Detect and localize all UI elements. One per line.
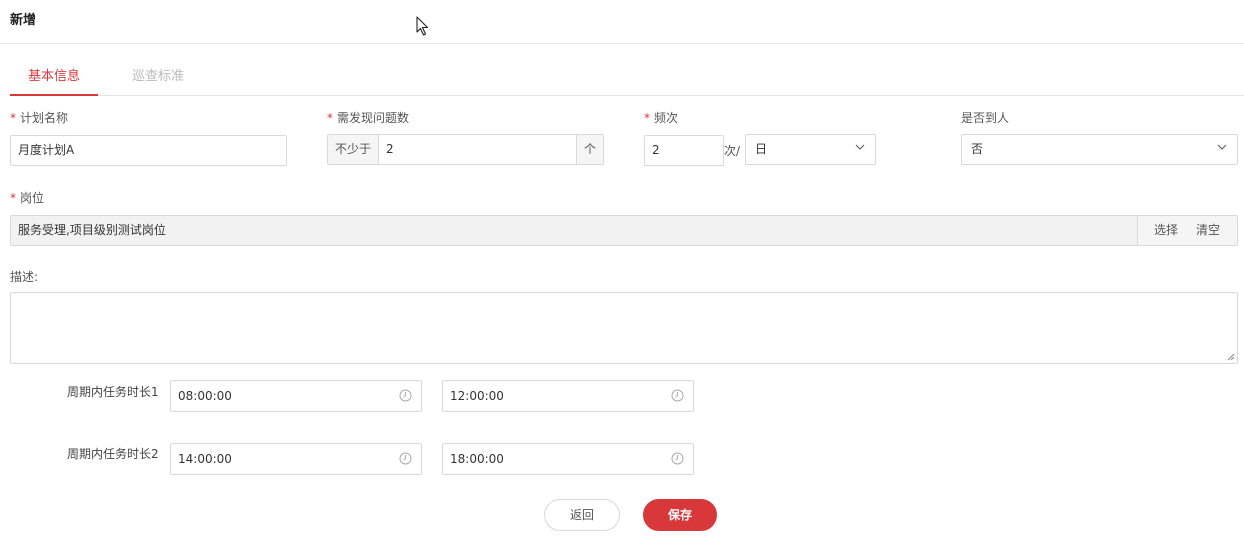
page-title: 新增 — [10, 13, 37, 28]
tab-basic-info[interactable]: 基本信息 — [10, 64, 98, 96]
page-header: 新增 — [0, 0, 1244, 44]
save-button[interactable]: 保存 — [643, 499, 717, 531]
required-mark: * — [10, 111, 16, 125]
position-label: * 岗位 — [10, 189, 44, 206]
position-label-text: 岗位 — [20, 191, 45, 205]
position-actions: 选择 清空 — [1137, 216, 1237, 245]
on-site-select[interactable]: 否 — [961, 134, 1238, 165]
back-button[interactable]: 返回 — [544, 499, 620, 531]
position-select-button[interactable]: 选择 — [1154, 216, 1178, 245]
clock-icon — [671, 389, 684, 402]
chevron-down-icon — [1217, 144, 1227, 150]
duration-1-start-value: 08:00:00 — [178, 389, 232, 403]
position-field: 服务受理,项目级别测试岗位 选择 清空 — [10, 215, 1238, 246]
clock-icon — [671, 452, 684, 465]
position-value: 服务受理,项目级别测试岗位 — [18, 223, 166, 237]
issues-suffix-addon: 个 — [576, 134, 604, 165]
chevron-down-icon — [855, 144, 865, 150]
frequency-period-select[interactable]: 日 — [745, 134, 876, 165]
duration-2-end-input[interactable]: 18:00:00 — [442, 443, 694, 475]
mouse-pointer-icon — [416, 16, 429, 36]
tab-inspection-standard[interactable]: 巡查标准 — [124, 64, 192, 96]
duration-2-start-value: 14:00:00 — [178, 452, 232, 466]
frequency-label-text: 频次 — [654, 111, 679, 125]
duration-1-end-value: 12:00:00 — [450, 389, 504, 403]
duration-1-end-input[interactable]: 12:00:00 — [442, 380, 694, 412]
duration-1-label: 周期内任务时长1 — [67, 385, 159, 399]
description-label: 描述: — [10, 270, 39, 284]
on-site-label: 是否到人 — [961, 111, 1010, 125]
tab-bar: 基本信息 巡查标准 — [10, 64, 1244, 96]
duration-2-end-value: 18:00:00 — [450, 452, 504, 466]
issues-required-label: * 需发现问题数 — [327, 109, 409, 126]
plan-name-label: * 计划名称 — [10, 109, 68, 126]
duration-2-start-input[interactable]: 14:00:00 — [170, 443, 422, 475]
required-mark: * — [644, 111, 650, 125]
issues-required-label-text: 需发现问题数 — [337, 111, 410, 125]
frequency-period-value: 日 — [755, 142, 768, 156]
frequency-unit-text: 次/ — [724, 144, 741, 158]
plan-name-input[interactable]: 月度计划A — [10, 135, 287, 166]
clock-icon — [399, 389, 412, 402]
on-site-value: 否 — [971, 142, 984, 156]
issues-prefix-addon: 不少于 — [327, 134, 379, 165]
issues-count-input[interactable]: 2 — [378, 134, 577, 165]
duration-2-label: 周期内任务时长2 — [67, 447, 159, 461]
frequency-label: * 频次 — [644, 109, 678, 126]
duration-1-start-input[interactable]: 08:00:00 — [170, 380, 422, 412]
description-textarea[interactable] — [10, 292, 1238, 364]
required-mark: * — [327, 111, 333, 125]
resize-grip-icon[interactable] — [1227, 353, 1235, 361]
position-clear-button[interactable]: 清空 — [1196, 216, 1220, 245]
frequency-count-input[interactable]: 2 — [644, 135, 724, 166]
required-mark: * — [10, 191, 16, 205]
plan-name-label-text: 计划名称 — [20, 111, 69, 125]
clock-icon — [399, 452, 412, 465]
